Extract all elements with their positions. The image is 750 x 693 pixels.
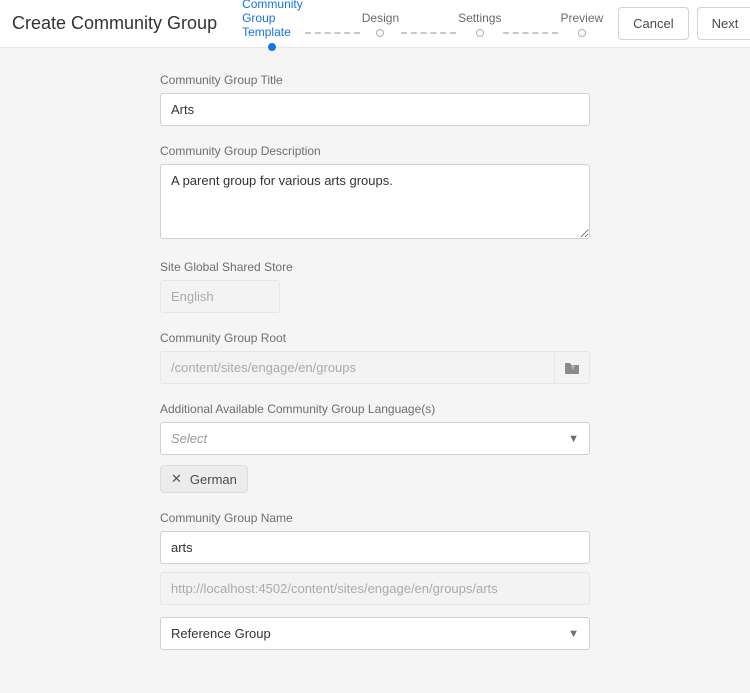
name-label: Community Group Name	[160, 511, 590, 525]
title-label: Community Group Title	[160, 73, 590, 87]
next-button[interactable]: Next	[697, 7, 750, 40]
languages-select[interactable]: Select ▼	[160, 422, 590, 455]
store-readonly: English	[160, 280, 280, 313]
template-selected: Reference Group	[171, 626, 271, 641]
description-textarea[interactable]: A parent group for various arts groups.	[160, 164, 590, 239]
root-label: Community Group Root	[160, 331, 590, 345]
header-actions: Cancel Next	[618, 7, 750, 40]
store-label: Site Global Shared Store	[160, 260, 590, 274]
wizard-stepper: Community Group Template Design Settings…	[242, 0, 603, 51]
language-chip-german[interactable]: ✕ German	[160, 465, 248, 493]
root-path-readonly: /content/sites/engage/en/groups	[160, 351, 554, 384]
template-select[interactable]: Reference Group ▼	[160, 617, 590, 650]
step-label: Preview	[560, 11, 603, 25]
top-bar: Create Community Group Community Group T…	[0, 0, 750, 48]
close-icon: ✕	[171, 471, 182, 487]
field-group-root: Community Group Root /content/sites/enga…	[160, 331, 590, 384]
step-connector	[305, 32, 360, 34]
step-settings[interactable]: Settings	[458, 11, 501, 37]
step-label: Settings	[458, 11, 501, 25]
url-preview: http://localhost:4502/content/sites/enga…	[160, 572, 590, 605]
cancel-button[interactable]: Cancel	[618, 7, 688, 40]
step-label: Community Group Template	[242, 0, 303, 39]
step-dot	[268, 43, 276, 51]
name-input[interactable]	[160, 531, 590, 564]
form-area: Community Group Title Community Group De…	[0, 48, 750, 693]
step-template[interactable]: Community Group Template	[242, 0, 303, 51]
description-label: Community Group Description	[160, 144, 590, 158]
field-group-store: Site Global Shared Store English	[160, 260, 590, 313]
chevron-down-icon: ▼	[568, 433, 579, 445]
chevron-down-icon: ▼	[568, 628, 579, 640]
step-dot	[376, 29, 384, 37]
root-row: /content/sites/engage/en/groups	[160, 351, 590, 384]
page-title: Create Community Group	[12, 13, 217, 34]
folder-icon	[564, 361, 580, 375]
field-group-title: Community Group Title	[160, 73, 590, 126]
languages-placeholder: Select	[171, 431, 207, 446]
step-design[interactable]: Design	[362, 11, 399, 37]
step-dot	[476, 29, 484, 37]
step-connector	[503, 32, 558, 34]
step-connector	[401, 32, 456, 34]
title-input[interactable]	[160, 93, 590, 126]
field-group-description: Community Group Description A parent gro…	[160, 144, 590, 242]
step-preview[interactable]: Preview	[560, 11, 603, 37]
field-group-languages: Additional Available Community Group Lan…	[160, 402, 590, 493]
field-group-name: Community Group Name http://localhost:45…	[160, 511, 590, 650]
language-chip-label: German	[190, 472, 237, 487]
root-browse-button[interactable]	[554, 351, 590, 384]
languages-label: Additional Available Community Group Lan…	[160, 402, 590, 416]
step-label: Design	[362, 11, 399, 25]
step-dot	[578, 29, 586, 37]
